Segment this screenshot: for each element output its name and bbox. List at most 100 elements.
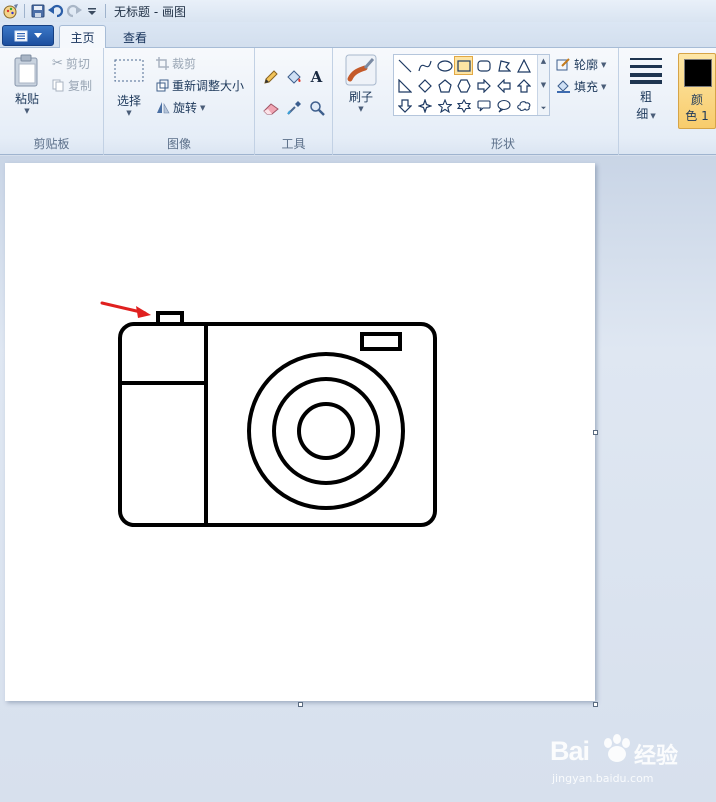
baidu-paw-icon [604, 734, 630, 762]
size-label-line2: 细 ▼ [636, 105, 656, 122]
select-dropdown-icon[interactable]: ▼ [126, 109, 131, 117]
camera-drawing [100, 301, 437, 527]
color1-button[interactable]: 颜 色 1 [678, 53, 716, 129]
hexagon-shape-icon[interactable] [454, 76, 473, 95]
resize-icon [156, 79, 169, 92]
diamond-shape-icon[interactable] [415, 76, 434, 95]
paste-button[interactable]: 粘贴 ▼ [8, 54, 46, 115]
fill-icon[interactable] [283, 66, 304, 87]
text-icon[interactable]: A [306, 66, 327, 87]
gallery-down-icon[interactable]: ▼ [541, 81, 546, 89]
select-label: 选择 [116, 94, 141, 108]
brushes-label: 刷子 [348, 90, 373, 104]
outline-button[interactable]: 轮廓 ▼ [556, 56, 606, 73]
fill-button[interactable]: 填充 ▼ [556, 78, 606, 95]
five-point-star-shape-icon[interactable] [435, 96, 454, 115]
rotate-dropdown-icon[interactable]: ▼ [200, 104, 205, 112]
lens-inner-ring [297, 402, 355, 460]
outline-label: 轮廓 [574, 58, 599, 72]
tools-group: A 工具 [255, 48, 333, 155]
gallery-more-icon[interactable]: ⏷ [541, 104, 547, 113]
ribbon-tab-row: 主页 查看 [0, 22, 716, 49]
image-group: 选择 ▼ 裁剪 重新调整大小 旋转 ▼ 图像 [104, 48, 255, 155]
cut-label: 剪切 [65, 57, 90, 71]
tab-home[interactable]: 主页 [59, 25, 106, 49]
select-button[interactable]: 选择 ▼ [112, 58, 146, 117]
fill-dropdown-icon[interactable]: ▼ [601, 83, 606, 91]
oval-shape-icon[interactable] [435, 56, 454, 75]
resize-handle-bottom[interactable] [298, 702, 303, 707]
magnifier-icon[interactable] [306, 97, 327, 118]
watermark-brand-suffix: 经验 [634, 744, 679, 769]
color-picker-icon[interactable] [283, 97, 304, 118]
shapes-gallery[interactable]: ▲ ▼ ⏷ [393, 54, 550, 116]
ribbon: 粘贴 ▼ ✂ 剪切 复制 剪贴板 选择 ▼ 裁剪 重新调整大小 旋转 ▼ 图像 … [0, 48, 716, 155]
scissors-icon: ✂ [52, 56, 63, 71]
brushes-group: 刷子 ▼ [333, 48, 388, 155]
right-arrow-shape-icon[interactable] [474, 76, 493, 95]
tab-view[interactable]: 查看 [112, 25, 158, 49]
crop-button[interactable]: 裁剪 [156, 55, 196, 72]
triangle-shape-icon[interactable] [514, 56, 533, 75]
left-arrow-shape-icon[interactable] [494, 76, 513, 95]
six-point-star-shape-icon[interactable] [454, 96, 473, 115]
camera-outline [118, 311, 437, 527]
drawing-canvas[interactable] [5, 163, 595, 701]
watermark-url: jingyan.baidu.com [552, 772, 654, 785]
rounded-rectangle-shape-icon[interactable] [474, 56, 493, 75]
customize-quick-access-icon[interactable] [83, 2, 101, 20]
paint-menu-button[interactable] [2, 25, 54, 46]
paste-dropdown-icon[interactable]: ▼ [24, 107, 29, 115]
copy-button[interactable]: 复制 [52, 77, 92, 94]
resize-button[interactable]: 重新调整大小 [156, 77, 244, 94]
size-label-line1: 粗 [639, 90, 652, 104]
pentagon-shape-icon[interactable] [435, 76, 454, 95]
rotate-button[interactable]: 旋转 ▼ [156, 99, 205, 116]
window-title: 无标题 - 画图 [114, 4, 186, 19]
paint-app-icon[interactable] [2, 2, 20, 20]
cut-button[interactable]: ✂ 剪切 [52, 55, 90, 72]
resize-handle-right[interactable] [593, 430, 598, 435]
copy-label: 复制 [68, 79, 93, 93]
line-shape-icon[interactable] [395, 56, 414, 75]
brushes-dropdown-icon[interactable]: ▼ [358, 105, 363, 113]
down-arrow-shape-icon[interactable] [395, 96, 414, 115]
oval-callout-shape-icon[interactable] [494, 96, 513, 115]
redo-icon[interactable] [65, 2, 83, 20]
shapes-gallery-scrollbar[interactable]: ▲ ▼ ⏷ [537, 55, 549, 115]
save-icon[interactable] [29, 2, 47, 20]
color1-swatch [684, 59, 712, 87]
up-arrow-shape-icon[interactable] [514, 76, 533, 95]
rotate-icon [157, 102, 170, 114]
rectangle-shape-icon[interactable] [454, 56, 473, 75]
curve-shape-icon[interactable] [415, 56, 434, 75]
crop-icon [156, 57, 169, 70]
outline-icon [556, 58, 570, 71]
cloud-callout-shape-icon[interactable] [514, 96, 533, 115]
gallery-up-icon[interactable]: ▲ [541, 57, 546, 65]
size-label-text: 细 [636, 107, 649, 121]
right-triangle-shape-icon[interactable] [395, 76, 414, 95]
undo-icon[interactable] [47, 2, 65, 20]
color1-label-line1: 颜 [690, 93, 703, 107]
flash-shape [360, 332, 402, 351]
resize-label: 重新调整大小 [172, 79, 245, 93]
eraser-icon[interactable] [260, 97, 281, 118]
rounded-callout-shape-icon[interactable] [474, 96, 493, 115]
copy-icon [52, 79, 64, 92]
four-point-star-shape-icon[interactable] [415, 96, 434, 115]
canvas-workspace [0, 156, 716, 802]
pencil-icon[interactable] [260, 66, 281, 87]
title-bar: 无标题 - 画图 [0, 0, 716, 22]
camera-body-shape [118, 322, 437, 527]
polygon-shape-icon[interactable] [494, 56, 513, 75]
shapes-group-label: 形状 [490, 137, 515, 151]
size-button[interactable]: 粗 细 ▼ [626, 56, 666, 122]
resize-handle-corner[interactable] [593, 702, 598, 707]
rotate-label: 旋转 [173, 101, 198, 115]
brushes-button[interactable]: 刷子 ▼ [343, 54, 379, 113]
outline-dropdown-icon[interactable]: ▼ [601, 61, 606, 69]
watermark-brand: Bai [550, 736, 590, 766]
line-size-icon [630, 58, 662, 84]
size-dropdown-icon: ▼ [648, 112, 656, 120]
